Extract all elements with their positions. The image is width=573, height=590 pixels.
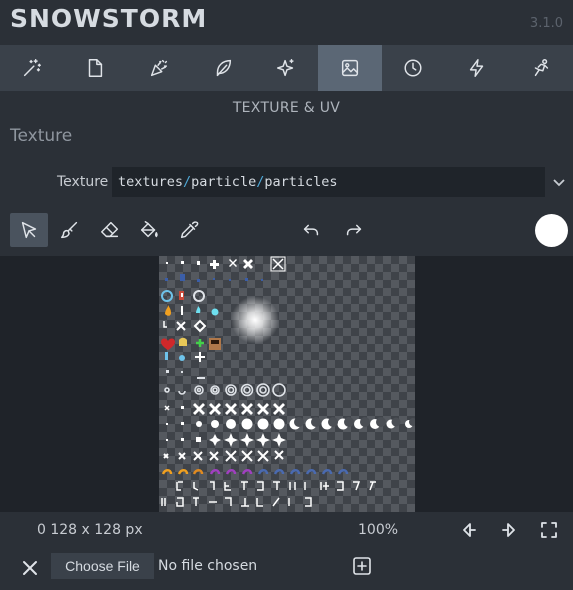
clock-icon: [404, 59, 422, 77]
fill-bucket-icon: [140, 221, 158, 238]
arrow-left-icon: [463, 523, 476, 537]
tab-emitter[interactable]: [127, 45, 191, 91]
texture-dropdown-button[interactable]: [551, 174, 567, 190]
party-popper-icon: [150, 59, 168, 77]
tab-appearance[interactable]: [254, 45, 318, 91]
texture-preview[interactable]: [159, 256, 415, 512]
section-title: TEXTURE & UV: [232, 100, 341, 116]
file-bar: Choose File No file chosen: [0, 548, 573, 590]
choose-file-button[interactable]: Choose File: [51, 553, 154, 579]
texture-label: Texture: [57, 174, 109, 190]
path-separator: /: [183, 174, 192, 190]
sparkles-icon: [277, 59, 294, 77]
fill-tool-button[interactable]: [130, 213, 168, 247]
redo-icon: [346, 224, 362, 236]
add-texture-button[interactable]: [352, 556, 372, 576]
pointer-icon: [21, 221, 37, 239]
texture-size-label: 0 128 x 128 px: [37, 522, 143, 538]
title-bar: SNOWSTORM 3.1.0: [0, 0, 573, 45]
pan-left-button[interactable]: [459, 520, 479, 540]
app-title: SNOWSTORM: [10, 4, 208, 33]
app-version: 3.1.0: [529, 16, 563, 31]
lightning-icon: [469, 59, 484, 77]
feather-icon: [216, 59, 231, 77]
tab-effects[interactable]: [0, 45, 64, 91]
arrow-right-icon: [502, 523, 515, 537]
group-title: Texture: [10, 126, 73, 146]
eyedropper-tool-button[interactable]: [170, 213, 208, 247]
redo-button[interactable]: [335, 213, 373, 247]
brush-tool-button[interactable]: [51, 213, 89, 247]
tab-lifetime[interactable]: [382, 45, 446, 91]
paint-toolbar: [0, 211, 573, 251]
path-segment: particles: [264, 174, 338, 190]
maximize-icon: [541, 522, 557, 538]
clear-texture-button[interactable]: [20, 558, 40, 578]
color-picker-swatch[interactable]: [535, 214, 568, 247]
file-status: No file chosen: [158, 558, 258, 574]
motion-icon: [534, 59, 548, 77]
tab-motion[interactable]: [191, 45, 255, 91]
tab-bar: [0, 45, 573, 91]
tab-events[interactable]: [445, 45, 509, 91]
plus-square-icon: [353, 557, 371, 575]
chevron-down-icon: [553, 179, 565, 187]
undo-button[interactable]: [292, 213, 330, 247]
undo-icon: [303, 224, 319, 236]
eraser-icon: [101, 221, 119, 238]
tab-texture[interactable]: [317, 45, 382, 91]
fit-view-button[interactable]: [539, 520, 559, 540]
texture-path-input[interactable]: textures/particle/particles: [112, 167, 545, 197]
eraser-tool-button[interactable]: [91, 213, 129, 247]
particle-atlas-image: [161, 256, 415, 507]
texture-canvas-area[interactable]: [0, 256, 573, 512]
file-icon: [89, 59, 103, 77]
select-tool-button[interactable]: [10, 213, 48, 247]
image-icon: [341, 59, 358, 77]
close-icon: [23, 561, 37, 575]
status-bar: 0 128 x 128 px 100%: [0, 512, 573, 548]
eyedropper-icon: [180, 221, 199, 239]
path-segment: particle: [191, 174, 257, 190]
magic-wand-icon: [23, 59, 41, 77]
tab-file[interactable]: [64, 45, 128, 91]
zoom-level: 100%: [358, 522, 399, 538]
pan-right-button[interactable]: [499, 520, 519, 540]
path-segment: textures: [118, 174, 184, 190]
tab-physics[interactable]: [509, 45, 573, 91]
brush-icon: [61, 221, 78, 239]
